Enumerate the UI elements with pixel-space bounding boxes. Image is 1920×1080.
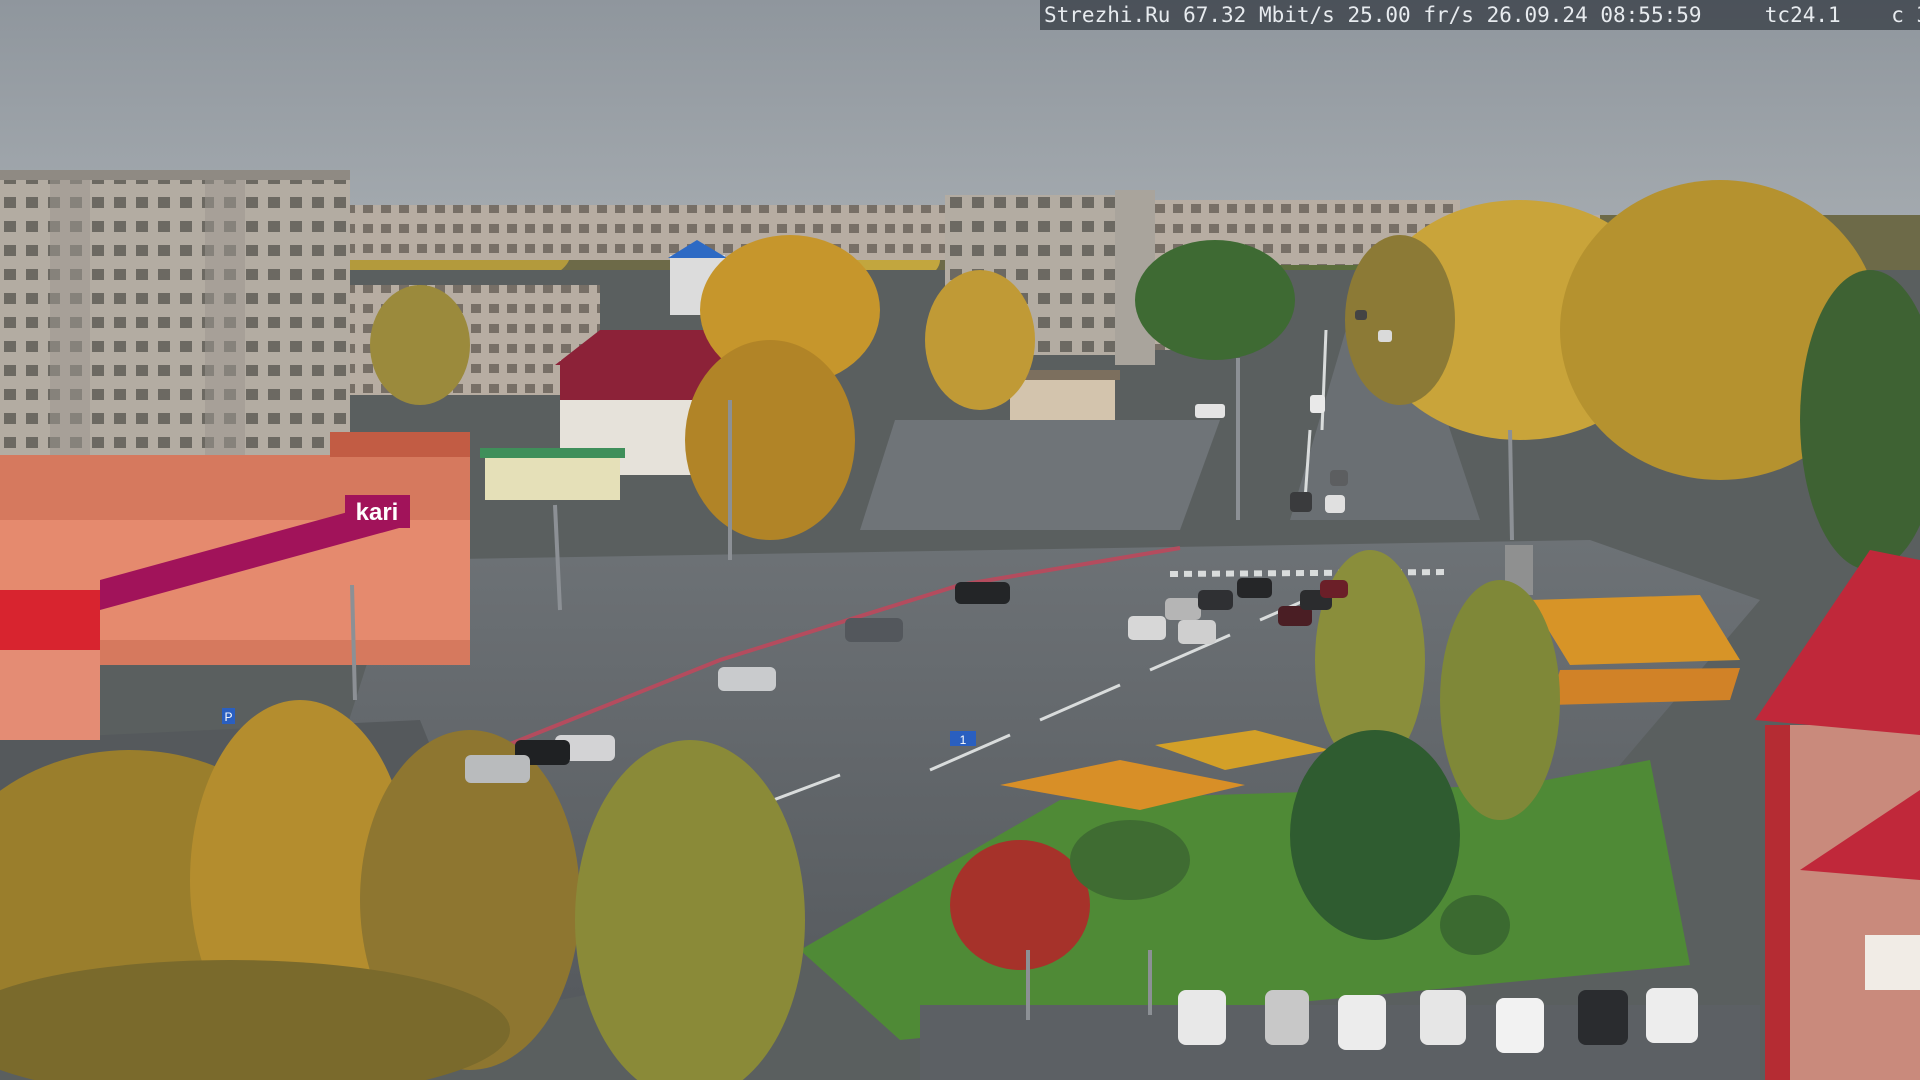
road-direction-sign: 1 (950, 731, 976, 747)
central-square (860, 420, 1220, 530)
square-building (1010, 375, 1115, 420)
osd-bitrate: 67.32 Mbit/s (1183, 3, 1335, 27)
osd-date: 26.09.24 (1486, 3, 1588, 27)
camera-osd: Strezhi.Ru 67.32 Mbit/s 25.00 fr/s 26.09… (1040, 0, 1920, 30)
flower-bed-front (1550, 668, 1740, 705)
osd-channel: tc24.1 (1764, 3, 1841, 27)
parking-sign-text: P (224, 710, 232, 724)
store-sign: kari (345, 495, 410, 528)
osd-framerate: 25.00 fr/s (1347, 3, 1474, 27)
kiosk (485, 455, 620, 500)
street-camera-scene: kari 1 P (0, 0, 1920, 1080)
road-sign-text: 1 (960, 733, 967, 747)
osd-site: Strezhi.Ru (1044, 3, 1171, 27)
store-sign-text: kari (356, 499, 399, 526)
osd-counter: c 33 (1891, 3, 1920, 27)
osd-time: 08:55:59 (1600, 3, 1702, 27)
parking-sign: P (222, 708, 235, 724)
